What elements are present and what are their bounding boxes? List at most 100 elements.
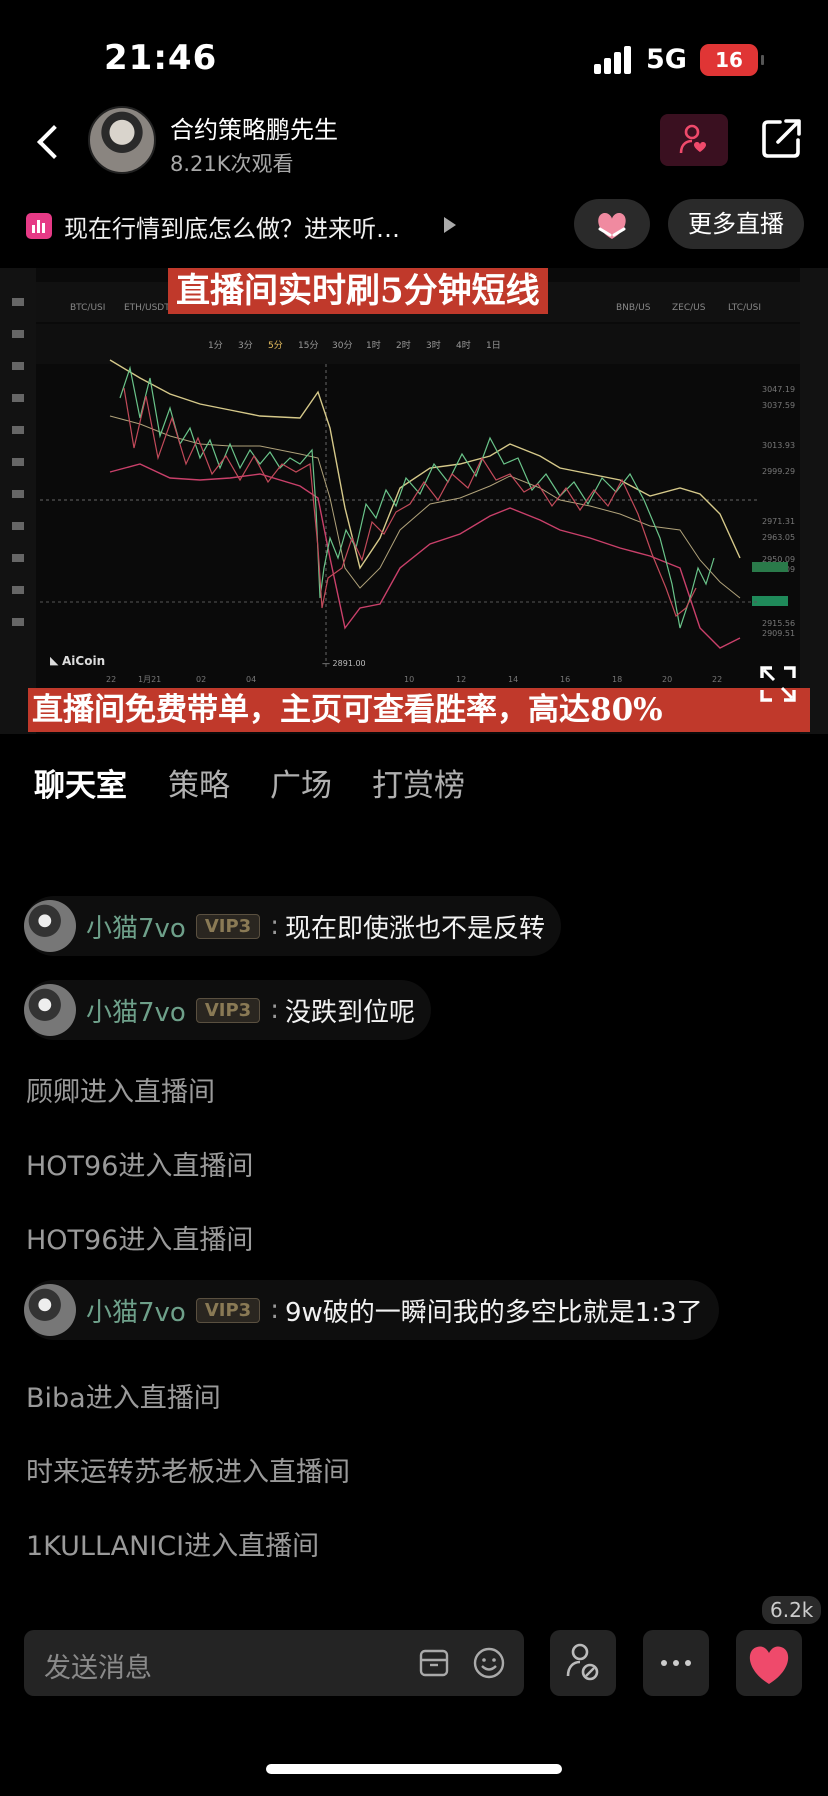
host-avatar[interactable] <box>88 106 156 174</box>
chat-text: 9w破的一瞬间我的多空比就是1:3了 <box>284 1297 703 1328</box>
svg-text:2时: 2时 <box>396 339 411 351</box>
heart-hands-icon <box>598 213 626 239</box>
svg-text:04: 04 <box>246 675 256 684</box>
svg-text:2909.51: 2909.51 <box>762 629 795 638</box>
separator: : <box>270 1295 279 1325</box>
enter-notice: 1KULLANICI进入直播间 <box>26 1531 320 1562</box>
chat-text: 现在即使涨也不是反转 <box>284 913 545 944</box>
svg-text:ETH/USDT: ETH/USDT <box>124 303 170 313</box>
ellipsis-icon <box>661 1660 691 1666</box>
svg-text:BNB/US: BNB/US <box>616 303 651 313</box>
fullscreen-icon[interactable] <box>758 664 798 704</box>
vip-badge: VIP3 <box>195 913 261 939</box>
tab-tip-ranking[interactable]: 打赏榜 <box>372 760 465 805</box>
enter-notice: 顾卿进入直播间 <box>26 1077 215 1108</box>
tab-chat[interactable]: 聊天室 <box>34 760 127 805</box>
separator: : <box>270 995 279 1025</box>
svg-text:12: 12 <box>456 675 466 684</box>
host-name[interactable]: 合约策略鹏先生 <box>170 110 338 145</box>
user-avatar[interactable] <box>24 900 76 952</box>
svg-text:BTC/USI: BTC/USI <box>70 303 105 313</box>
gift-box-icon[interactable] <box>418 1647 450 1679</box>
chat-text: 没跌到位呢 <box>284 997 415 1028</box>
svg-text:◣: ◣ <box>50 654 59 667</box>
video-chart-frame: BTC/USIETH/USDT22954.32 BNB/USZEC/USLTC/… <box>0 268 828 734</box>
svg-text:22: 22 <box>712 675 722 684</box>
svg-text:2999.29: 2999.29 <box>762 467 795 476</box>
home-indicator[interactable] <box>266 1764 562 1774</box>
user-avatar[interactable] <box>24 1284 76 1336</box>
svg-text:22: 22 <box>106 675 116 684</box>
chat-message: 小猫7vo VIP3 : 现在即使涨也不是反转 <box>24 896 561 956</box>
follow-button[interactable] <box>660 114 728 166</box>
heart-hands-button[interactable] <box>574 199 650 249</box>
play-icon[interactable] <box>444 217 456 233</box>
enter-notice: 时来运转苏老板进入直播间 <box>26 1457 350 1488</box>
svg-text:14: 14 <box>508 675 518 684</box>
svg-text:3时: 3时 <box>426 339 441 351</box>
chat-message: 小猫7vo VIP3 : 没跌到位呢 <box>24 980 431 1040</box>
vip-badge: VIP3 <box>195 1297 261 1323</box>
svg-text:15分: 15分 <box>298 340 318 351</box>
tab-strategy[interactable]: 策略 <box>168 760 230 805</box>
live-video[interactable]: BTC/USIETH/USDT22954.32 BNB/USZEC/USLTC/… <box>0 268 828 734</box>
message-placeholder: 发送消息 <box>44 1653 152 1684</box>
separator: : <box>270 911 279 941</box>
like-button[interactable] <box>736 1630 802 1696</box>
svg-text:1月21: 1月21 <box>138 675 161 684</box>
svg-text:16: 16 <box>560 675 570 684</box>
svg-text:LTC/USI: LTC/USI <box>728 303 761 313</box>
status-time: 21:46 <box>104 38 218 78</box>
more-live-button[interactable]: 更多直播 <box>668 199 804 249</box>
svg-text:1日: 1日 <box>486 340 501 351</box>
chat-username[interactable]: 小猫7vo <box>86 908 186 945</box>
tab-plaza[interactable]: 广场 <box>270 760 332 805</box>
watermark: AiCoin <box>62 654 106 668</box>
enter-notice: Biba进入直播间 <box>26 1383 221 1414</box>
emoji-icon[interactable] <box>472 1646 506 1680</box>
svg-text:3037.59: 3037.59 <box>762 401 795 410</box>
chat-list[interactable]: 小猫7vo VIP3 : 现在即使涨也不是反转 小猫7vo VIP3 : 没跌到… <box>0 880 828 1580</box>
message-input[interactable]: 发送消息 <box>24 1630 524 1696</box>
person-edit-icon <box>566 1643 599 1681</box>
svg-text:18: 18 <box>612 675 622 684</box>
more-options-button[interactable] <box>643 1630 709 1696</box>
svg-text:1时: 1时 <box>366 339 381 351</box>
topic-bar: 现在行情到底怎么做？进来听… 更多直播 <box>0 195 828 259</box>
share-icon[interactable] <box>760 116 804 160</box>
svg-text:4时: 4时 <box>456 339 471 351</box>
vip-badge: VIP3 <box>195 997 261 1023</box>
svg-text:1分: 1分 <box>208 340 223 351</box>
svg-text:3013.93: 3013.93 <box>762 441 795 450</box>
svg-text:3047.19: 3047.19 <box>762 385 795 394</box>
content-tabs: 聊天室 策略 广场 打赏榜 <box>0 752 828 822</box>
network-type: 5G <box>646 44 687 75</box>
svg-text:2963.05: 2963.05 <box>762 533 795 542</box>
svg-text:5分: 5分 <box>268 340 283 351</box>
svg-text:10: 10 <box>404 675 414 684</box>
svg-text:2915.56: 2915.56 <box>762 619 795 628</box>
svg-text:30分: 30分 <box>332 340 352 351</box>
svg-text:ZEC/US: ZEC/US <box>672 303 706 313</box>
like-count: 6.2k <box>762 1596 822 1624</box>
chat-message: 小猫7vo VIP3 : 9w破的一瞬间我的多空比就是1:3了 <box>24 1280 719 1340</box>
signal-icon <box>594 44 634 74</box>
low-marker: — 2891.00 <box>322 659 366 668</box>
bottom-bar: 发送消息 6.2k <box>0 1596 828 1720</box>
enter-notice: HOT96进入直播间 <box>26 1225 254 1256</box>
audio-bars-icon <box>26 213 52 239</box>
topic-title[interactable]: 现在行情到底怎么做？进来听… <box>64 209 400 244</box>
user-settings-button[interactable] <box>550 1630 616 1696</box>
viewer-count: 8.21K次观看 <box>170 152 294 176</box>
status-bar: 21:46 5G 16 <box>0 0 828 110</box>
chat-username[interactable]: 小猫7vo <box>86 1292 186 1329</box>
battery-icon: 16 <box>700 44 764 76</box>
back-icon[interactable] <box>28 118 76 166</box>
svg-text:2971.31: 2971.31 <box>762 517 795 526</box>
svg-text:02: 02 <box>196 675 206 684</box>
enter-notice: HOT96进入直播间 <box>26 1151 254 1182</box>
user-avatar[interactable] <box>24 984 76 1036</box>
chat-username[interactable]: 小猫7vo <box>86 992 186 1029</box>
svg-text:20: 20 <box>662 675 672 684</box>
video-banner-top: 直播间实时刷5分钟短线 <box>168 268 548 314</box>
